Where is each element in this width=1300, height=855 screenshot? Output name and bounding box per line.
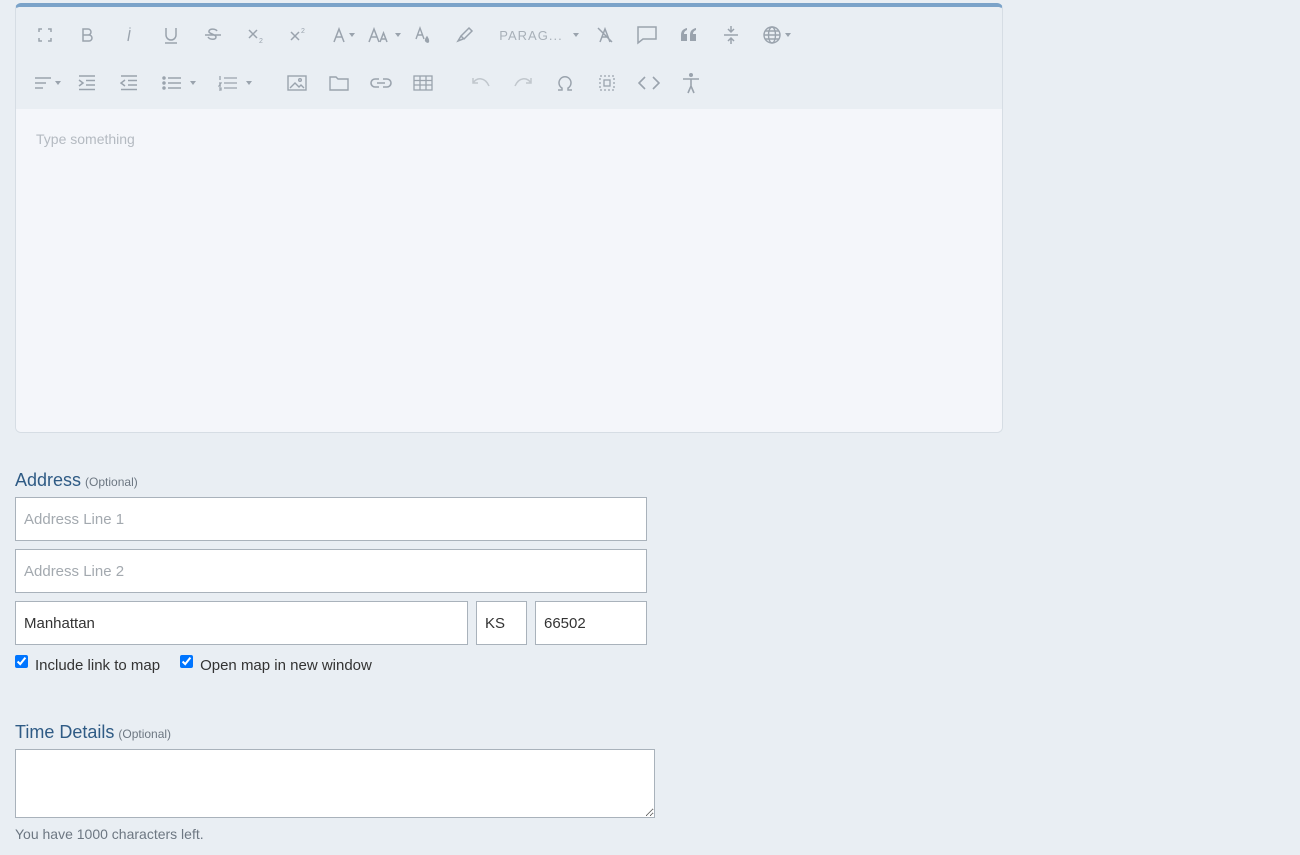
include-map-label: Include link to map bbox=[35, 657, 161, 674]
bold-icon[interactable] bbox=[74, 20, 100, 50]
address-line-2-input[interactable] bbox=[15, 549, 647, 593]
line-height-icon[interactable] bbox=[718, 20, 744, 50]
outdent-icon[interactable] bbox=[116, 68, 142, 98]
new-window-checkbox[interactable] bbox=[180, 655, 194, 668]
accessibility-icon[interactable] bbox=[678, 68, 704, 98]
chevron-down-icon bbox=[190, 81, 196, 85]
align-icon[interactable] bbox=[30, 68, 64, 98]
italic-icon[interactable] bbox=[116, 20, 142, 50]
chevron-down-icon bbox=[54, 81, 61, 85]
indent-icon[interactable] bbox=[74, 68, 100, 98]
toolbar-row-1: 2 2 PARAG... bbox=[16, 20, 1002, 50]
address-label: Address bbox=[15, 470, 82, 490]
superscript-icon[interactable]: 2 bbox=[284, 20, 312, 50]
font-color-icon[interactable] bbox=[326, 20, 360, 50]
bullet-list-icon[interactable] bbox=[158, 68, 200, 98]
time-details-textarea[interactable] bbox=[15, 749, 655, 818]
paragraph-format-label: PARAG... bbox=[499, 27, 563, 43]
comment-icon[interactable] bbox=[634, 20, 660, 50]
fullscreen-icon[interactable] bbox=[32, 20, 58, 50]
underline-icon[interactable] bbox=[158, 20, 184, 50]
undo-icon[interactable] bbox=[468, 68, 494, 98]
image-icon[interactable] bbox=[284, 68, 310, 98]
editor-toolbar: 2 2 PARAG... bbox=[16, 7, 1002, 109]
strikethrough-icon[interactable] bbox=[200, 20, 226, 50]
new-window-option[interactable]: Open map in new window bbox=[180, 655, 372, 674]
special-char-icon[interactable] bbox=[552, 68, 578, 98]
address-heading: Address (Optional) bbox=[15, 470, 138, 491]
highlighter-icon[interactable] bbox=[452, 20, 478, 50]
code-view-icon[interactable] bbox=[636, 68, 662, 98]
chevron-down-icon bbox=[784, 33, 791, 37]
svg-text:2: 2 bbox=[301, 28, 305, 35]
toolbar-row-2 bbox=[16, 68, 1002, 98]
font-size-icon[interactable] bbox=[366, 20, 402, 50]
chevron-down-icon bbox=[394, 33, 401, 37]
chevron-down-icon bbox=[572, 33, 579, 37]
address-line-1-input[interactable] bbox=[15, 497, 647, 541]
include-map-checkbox[interactable] bbox=[15, 655, 28, 668]
time-details-label: Time Details bbox=[15, 722, 115, 742]
paragraph-format-dropdown[interactable]: PARAG... bbox=[494, 20, 584, 50]
link-icon[interactable] bbox=[368, 68, 394, 98]
time-details-optional-hint: (Optional) bbox=[118, 727, 172, 741]
select-all-icon[interactable] bbox=[594, 68, 620, 98]
chevron-down-icon bbox=[246, 81, 252, 85]
redo-icon[interactable] bbox=[510, 68, 536, 98]
rich-text-editor: 2 2 PARAG... Type something bbox=[15, 3, 1003, 433]
characters-left-counter: You have 1000 characters left. bbox=[15, 826, 204, 842]
include-map-option[interactable]: Include link to map bbox=[15, 655, 161, 674]
text-color-drop-icon[interactable] bbox=[410, 20, 436, 50]
new-window-label: Open map in new window bbox=[200, 657, 372, 674]
zip-input[interactable] bbox=[535, 601, 647, 645]
chevron-down-icon bbox=[348, 33, 355, 37]
map-options: Include link to map Open map in new wind… bbox=[15, 655, 392, 674]
folder-icon[interactable] bbox=[326, 68, 352, 98]
subscript-icon[interactable]: 2 bbox=[242, 20, 270, 50]
city-input[interactable] bbox=[15, 601, 468, 645]
address-optional-hint: (Optional) bbox=[85, 475, 138, 489]
svg-text:2: 2 bbox=[259, 38, 263, 44]
editor-placeholder: Type something bbox=[36, 131, 135, 147]
clear-format-icon[interactable] bbox=[592, 20, 618, 50]
language-globe-icon[interactable] bbox=[758, 20, 794, 50]
numbered-list-icon[interactable] bbox=[214, 68, 256, 98]
table-icon[interactable] bbox=[410, 68, 436, 98]
state-input[interactable] bbox=[476, 601, 527, 645]
editor-content-area[interactable]: Type something bbox=[16, 109, 1002, 432]
time-details-heading: Time Details (Optional) bbox=[15, 722, 171, 743]
quote-icon[interactable] bbox=[676, 20, 702, 50]
